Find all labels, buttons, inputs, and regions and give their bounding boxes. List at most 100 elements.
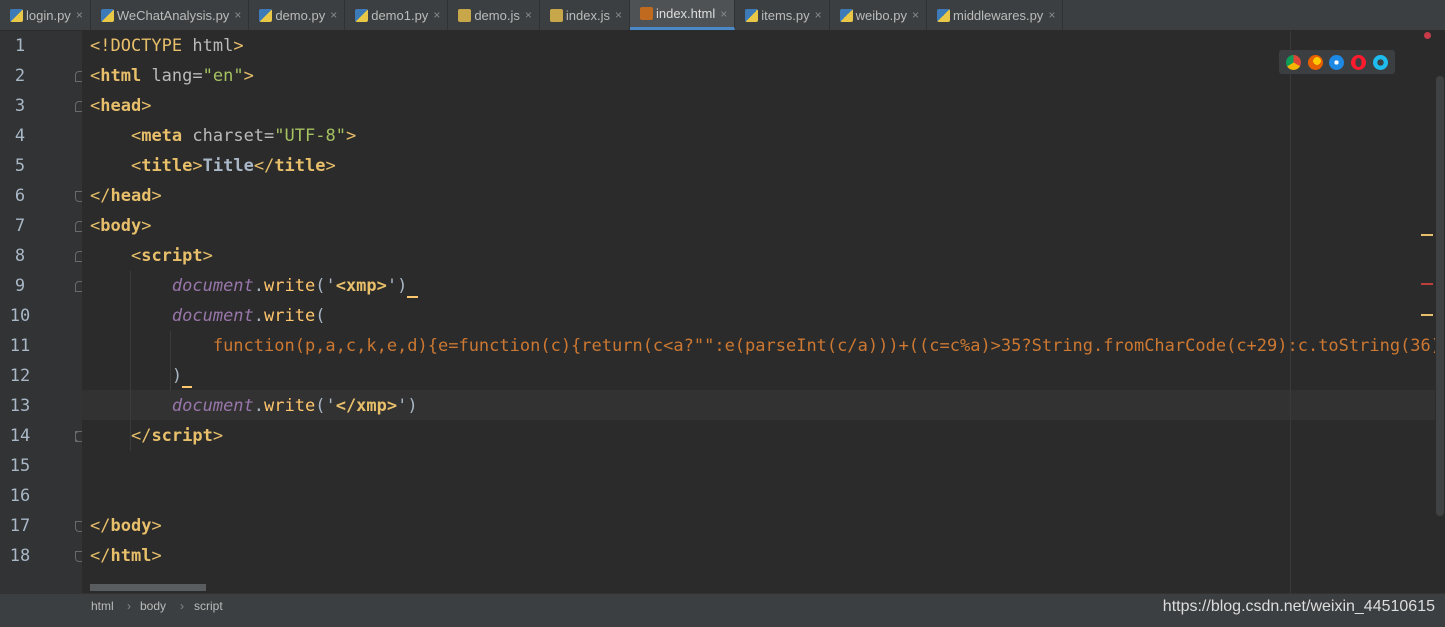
js-identifier: document (171, 276, 254, 296)
tab-index-html[interactable]: index.html × (629, 0, 736, 30)
tab-login-py[interactable]: login.py × (0, 0, 91, 30)
close-icon[interactable]: × (76, 8, 83, 22)
line-number: 18 (9, 546, 31, 566)
doctype-token: <!DOCTYPE (90, 36, 183, 56)
code-line-4: <meta charset="UTF-8"> (90, 121, 356, 151)
opera-icon[interactable] (1351, 54, 1367, 70)
code-line-10: document.write( (90, 301, 326, 331)
angle-token: </ (90, 186, 111, 206)
js-file-icon (458, 8, 472, 22)
close-icon[interactable]: × (912, 8, 919, 22)
attr-value: "UTF-8" (274, 126, 346, 146)
py-file-icon (839, 8, 853, 22)
tag-name: title (274, 156, 326, 176)
tab-label: demo.js (474, 7, 520, 23)
angle-token: > (212, 426, 224, 446)
line-number-gutter: 1 2 3 4 5 6 7 8 9 10 11 12 13 14 15 16 17 18 (0, 31, 85, 593)
chrome-icon[interactable] (1286, 54, 1302, 70)
angle-token: > (151, 516, 162, 536)
tab-label: WeChatAnalysis.py (116, 7, 230, 23)
close-icon[interactable]: × (615, 8, 622, 22)
js-method: write (264, 396, 316, 416)
js-punct: ) (171, 366, 183, 386)
angle-token: < (90, 96, 101, 116)
py-file-icon (259, 8, 273, 22)
line-number: 12 (9, 366, 31, 386)
tab-label: index.html (655, 6, 716, 21)
error-indicator-icon[interactable] (1424, 32, 1431, 39)
close-icon[interactable]: × (433, 8, 440, 22)
angle-token: > (141, 216, 152, 236)
angle-token: < (90, 66, 101, 86)
close-icon[interactable]: × (815, 8, 822, 22)
horizontal-scrollbar-thumb[interactable] (90, 584, 206, 591)
tab-weibo-py[interactable]: weibo.py × (830, 0, 927, 30)
watermark-url: https://blog.csdn.net/weixin_44510615 (1162, 598, 1435, 615)
tab-index-js[interactable]: index.js × (540, 0, 630, 30)
py-file-icon (745, 8, 759, 22)
tab-demo-py[interactable]: demo.py × (249, 0, 346, 30)
breadcrumb-body[interactable]: body (140, 599, 166, 613)
warning-marker[interactable] (1421, 314, 1433, 316)
js-dot: . (253, 276, 265, 296)
code-line-5: <title>Title</title> (90, 151, 336, 181)
safari-icon[interactable] (1329, 54, 1345, 70)
vertical-scrollbar-thumb[interactable] (1436, 76, 1444, 516)
text-caret (407, 276, 418, 298)
tag-name: body (110, 516, 152, 536)
tab-label: index.js (565, 7, 610, 23)
js-identifier: document (171, 306, 254, 326)
py-file-icon (936, 8, 950, 22)
breadcrumb-script[interactable]: script (194, 599, 223, 613)
html-file-icon (639, 7, 653, 20)
js-punct: (' (315, 276, 336, 296)
line-number: 1 (14, 36, 26, 56)
angle-token: </ (90, 546, 111, 566)
breadcrumb-bar: html › body › script https://blog.csdn.n… (0, 593, 1445, 620)
angle-token: </ (130, 426, 152, 446)
vertical-scrollbar[interactable] (1435, 31, 1445, 593)
close-icon[interactable]: × (525, 8, 532, 22)
angle-token: > (151, 186, 162, 206)
editor-tab-bar: login.py × WeChatAnalysis.py × demo.py × demo1… (0, 0, 1445, 31)
js-file-icon (549, 8, 563, 22)
line-number: 8 (14, 246, 26, 266)
code-editor[interactable]: <!DOCTYPE html> <html lang="en"> <head> … (82, 31, 1435, 593)
js-identifier: document (171, 396, 254, 416)
tag-name: meta (141, 126, 183, 146)
breadcrumb-html[interactable]: html (91, 599, 114, 613)
tab-demo1-py[interactable]: demo1.py × (345, 0, 449, 30)
js-dot: . (253, 396, 265, 416)
warning-marker[interactable] (1421, 234, 1433, 236)
line-number: 5 (14, 156, 26, 176)
tag-name: body (100, 216, 142, 236)
line-number: 15 (9, 456, 31, 476)
packed-js-code: function(p,a,c,k,e,d){e=function(c){retu… (212, 336, 1435, 356)
code-line-8: <script> (90, 241, 213, 271)
tab-middlewares-py[interactable]: middlewares.py × (927, 0, 1064, 30)
tab-demo-js[interactable]: demo.js × (448, 0, 540, 30)
angle-token: > (151, 546, 162, 566)
tag-name: script (151, 426, 213, 446)
browser-preview-bar (1279, 50, 1395, 74)
py-file-icon (100, 8, 114, 22)
angle-token: > (243, 66, 254, 86)
code-line-12: ) (90, 361, 193, 391)
line-number: 2 (14, 66, 26, 86)
code-line-3: <head> (90, 91, 151, 121)
error-marker[interactable] (1421, 283, 1433, 285)
close-icon[interactable]: × (330, 8, 337, 22)
angle-token: < (90, 216, 101, 236)
line-number: 6 (14, 186, 26, 206)
attr-name: charset= (182, 126, 275, 146)
close-icon[interactable]: × (1048, 8, 1055, 22)
close-icon[interactable]: × (234, 8, 241, 22)
close-icon[interactable]: × (720, 7, 727, 21)
line-number: 13 (9, 396, 31, 416)
tab-items-py[interactable]: items.py × (735, 0, 830, 30)
angle-token: > (345, 126, 357, 146)
firefox-icon[interactable] (1307, 54, 1323, 70)
ie-icon[interactable] (1372, 54, 1388, 70)
tab-wechatanalysis-py[interactable]: WeChatAnalysis.py × (91, 0, 250, 30)
code-line-6: </head> (90, 181, 162, 211)
